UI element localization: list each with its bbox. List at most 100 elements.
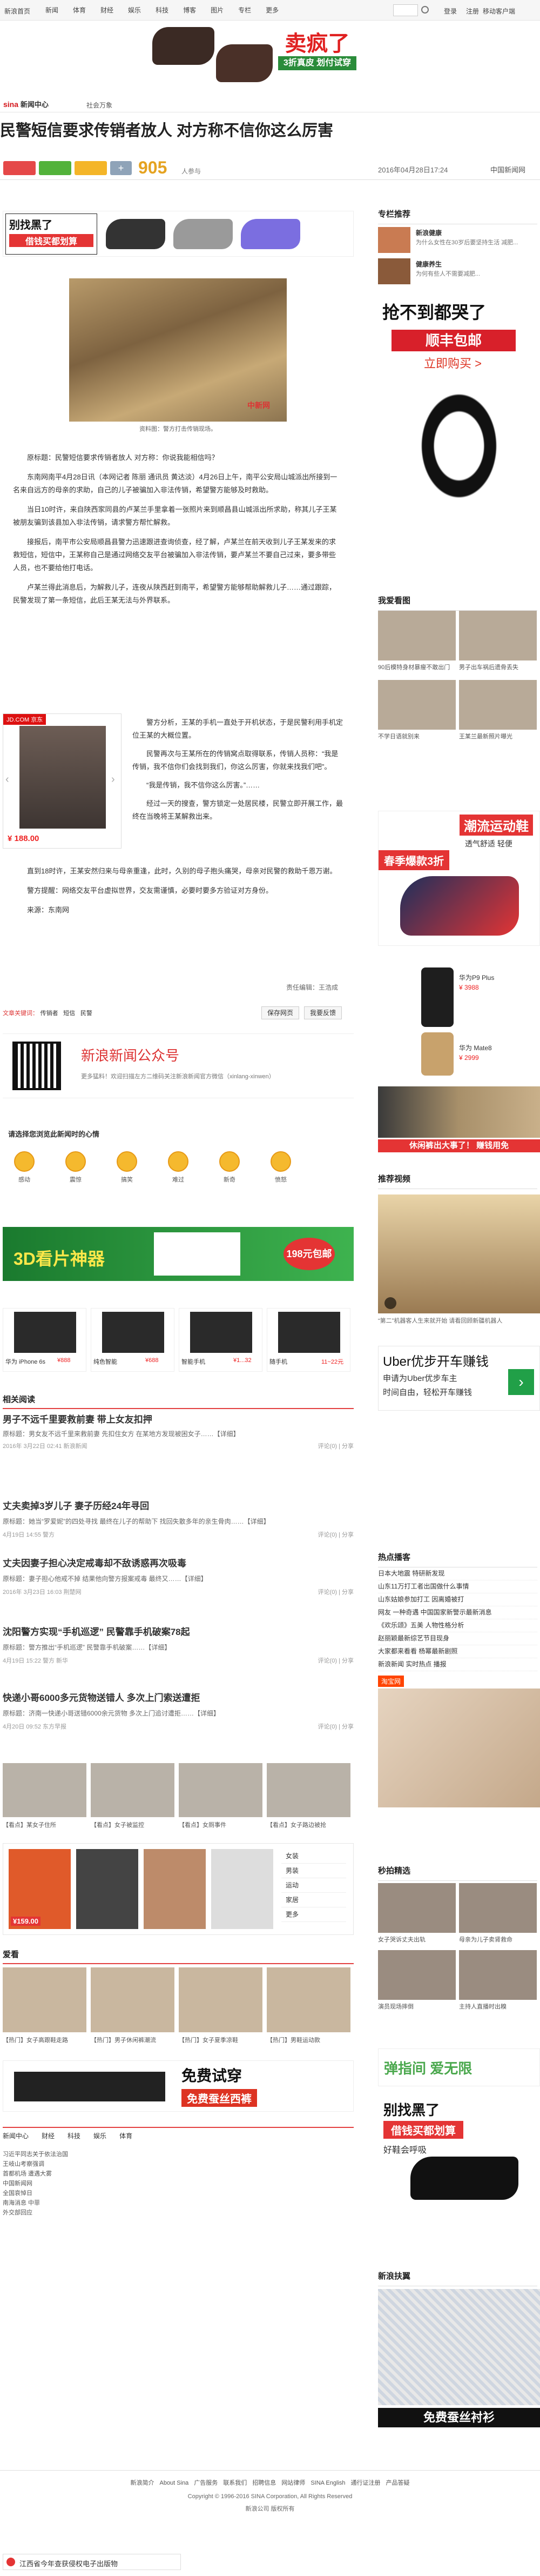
footer-link[interactable]: 广告服务 [194,2480,218,2486]
emotion-option[interactable]: 难过 [162,1151,194,1184]
footer-link[interactable]: 网站律师 [281,2480,305,2486]
related-item[interactable]: 沈阳警方实现“手机巡逻” 民警靠手机破案78起 原标题：警方推出“手机巡逻” 民… [3,1624,354,1665]
hot-item[interactable]: 新浪新闻 实时热点 播报 [378,1658,537,1671]
comment-count[interactable]: 905 [138,158,167,178]
hot-item[interactable]: 日本大地震 特研新发现 [378,1567,537,1580]
qzone-share-button[interactable] [75,161,107,175]
top-nav-link[interactable]: 图片 [211,0,224,21]
save-page-button[interactable]: 保存网页 [261,1006,299,1019]
top-nav-link[interactable]: 更多 [266,0,279,21]
emotion-option[interactable]: 震惊 [59,1151,92,1184]
watch-card[interactable]: 男子出车祸后遗骨丢失 [459,611,537,671]
shop-tab[interactable]: 男装 [281,1864,346,1878]
search-icon[interactable] [421,6,429,14]
seckill-card[interactable]: 演员现场摔倒 [378,1950,456,2011]
search-input[interactable] [393,4,418,16]
feedback-button[interactable]: 我要反馈 [304,1006,342,1019]
hot-item[interactable]: 网友 一种奇遇 中国国家新警示最新消息 [378,1606,537,1619]
bottom-tab[interactable]: 体育 [119,2132,132,2140]
seckill-card[interactable]: 女子哭诉丈夫出轨 [378,1883,456,1944]
footer-link[interactable]: SINA English [310,2480,345,2486]
vr-ad[interactable]: 3D看片神器 198元包邮 [3,1227,354,1281]
phone-ad-item[interactable]: 华为 iPhone 6s ¥888 [3,1308,86,1372]
related-headline[interactable]: 丈夫因妻子担心决定戒毒却不敌诱惑再次吸毒 [3,1556,354,1569]
footer-link[interactable]: 招聘信息 [252,2480,276,2486]
trousers-ad[interactable]: 免费试穿 免费蚕丝西裤 [3,2060,354,2112]
emotion-option[interactable]: 新奇 [213,1151,246,1184]
hot-item[interactable]: 赵丽颖最新综艺节目现身 [378,1632,537,1645]
watch-card[interactable]: 王某兰最新照片曝光 [459,680,537,740]
recommend-card[interactable]: 【热门】男子休闲裤潮流 [91,1967,174,2044]
bottom-link[interactable]: 中国新闻网 [3,2179,354,2188]
sidebar-ad-belt[interactable]: 抢不到都哭了 顺丰包邮 立即购买 > [378,295,540,522]
phone-name[interactable]: 华为 Mate8 [459,1043,492,1052]
footer-link[interactable]: 联系我们 [223,2480,247,2486]
photo-card[interactable]: 【看点】女子被监控 [91,1763,174,1829]
shop-box[interactable]: ¥159.00 女装 男装 运动 家居 更多 [3,1843,354,1935]
shirt-ad[interactable]: 免费蚕丝衬衫 [378,2289,540,2430]
hot-item[interactable]: 山东11万打工者出国做什么事情 [378,1580,537,1593]
keyword-tag[interactable]: 传销者 [40,1010,58,1017]
photo-card[interactable]: 【看点】女子路边被抢 [267,1763,350,1829]
bounce-ad[interactable]: 弹指间 爱无限 [378,2048,540,2086]
phone-name[interactable]: 华为P9 Plus [459,973,494,982]
top-nav-link[interactable]: 体育 [73,0,86,21]
footer-link[interactable]: 新浪简介 [130,2480,154,2486]
watch-card[interactable]: 不学日语就别来 [378,680,456,740]
arrow-button[interactable]: › [508,1369,534,1395]
column-item[interactable]: 新浪健康 为什么女性在30岁后要坚持生活 减肥... [378,227,537,256]
related-headline[interactable]: 沈阳警方实现“手机巡逻” 民警靠手机破案78起 [3,1624,354,1638]
top-nav-link[interactable]: 科技 [156,0,168,21]
top-nav-link[interactable]: 新闻 [45,0,58,21]
photo-card[interactable]: 【看点】女厕事件 [179,1763,262,1829]
footer-link[interactable]: 产品答疑 [386,2480,410,2486]
hot-item[interactable]: 大家都来看看 杨幂最新剧照 [378,1645,537,1658]
uber-ad[interactable]: Uber优步开车赚钱 申请为Uber优步车主 时间自由，轻松开车赚钱 › [378,1346,540,1411]
related-item[interactable]: 快递小哥6000多元货物送错人 多次上门索送遭拒 原标题：济南一快递小哥送错60… [3,1690,354,1731]
top-nav-link[interactable]: 专栏 [238,0,251,21]
top-nav-link[interactable]: 娱乐 [128,0,141,21]
weibo-share-button[interactable] [3,161,36,175]
inline-ad-shoes[interactable]: 别找黑了 借钱买都划算 [3,211,354,257]
related-headline[interactable]: 快递小哥6000多元货物送错人 多次上门索送遭拒 [3,1690,354,1704]
footer-link[interactable]: 通行证注册 [351,2480,381,2486]
bottom-tab[interactable]: 科技 [68,2132,80,2140]
bottom-tab[interactable]: 新闻中心 [3,2132,29,2140]
bottom-tab[interactable]: 娱乐 [93,2132,106,2140]
sina-logo[interactable]: sina 新闻中心 [3,99,49,109]
phone-ad-item[interactable]: 纯色智能 ¥688 [91,1308,174,1372]
bottom-tab[interactable]: 财经 [42,2132,55,2140]
shop-tab[interactable]: 家居 [281,1893,346,1907]
play-icon[interactable] [384,1297,396,1309]
column-name[interactable]: 健康养生 [416,259,442,269]
wechat-share-button[interactable] [39,161,71,175]
hot-item[interactable]: 山东姑娘参加打工 因离婚被打 [378,1593,537,1606]
video-thumb[interactable] [378,1194,540,1313]
hot-item[interactable]: 《欢乐颂》五美 人物性格分析 [378,1619,537,1632]
mobile-client-link[interactable]: 移动客户端 [483,6,515,16]
article-source[interactable]: 中国新闻网 [490,164,525,175]
product-ad[interactable]: JD.COM 京东 ‹ › ¥ 188.00 [3,713,122,849]
photo-card[interactable]: 【看点】某女子住所 [3,1763,86,1829]
shop-tab[interactable]: 女装 [281,1849,346,1864]
sport-shoe-ad[interactable]: 潮流运动鞋 透气舒适 轻便 春季爆款3折 [378,811,540,946]
related-headline[interactable]: 丈夫卖掉3岁儿子 妻子历经24年寻回 [3,1498,354,1512]
top-banner-ad[interactable]: 卖疯了 3折真皮 划付试穿 [151,23,362,90]
recommend-card[interactable]: 【热门】男鞋运动款 [267,1967,350,2044]
emotion-option[interactable]: 感动 [8,1151,40,1184]
top-nav-link[interactable]: 博客 [183,0,196,21]
pants-ad[interactable]: 休闲裤出大事了！ 赚钱用免 [378,1086,540,1154]
breadcrumb[interactable]: 社会万象 [86,101,112,110]
register-link[interactable]: 注册 [466,6,479,16]
bottom-link[interactable]: 全国哀悼日 [3,2188,354,2198]
related-headline[interactable]: 男子不远千里要救前妻 带上女友扣押 [3,1412,354,1425]
related-item[interactable]: 丈夫卖掉3岁儿子 妻子历经24年寻回 原标题：她当“罗爱妮”的四处寻找 最终在儿… [3,1498,354,1539]
float-notification[interactable]: 江西省今年查获侵权电子出版物 [3,2554,181,2570]
recommend-card[interactable]: 【热门】女子高跟鞋走路 [3,1967,86,2044]
footer-link[interactable]: About Sina [159,2480,188,2486]
next-arrow-icon[interactable]: › [111,773,115,786]
emotion-option[interactable]: 搞笑 [111,1151,143,1184]
recommend-card[interactable]: 【热门】女子夏季凉鞋 [179,1967,262,2044]
phone-ad-item[interactable]: 智能手机 ¥1...32 [179,1308,262,1372]
related-item[interactable]: 丈夫因妻子担心决定戒毒却不敌诱惑再次吸毒 原标题：妻子担心他戒不掉 结果他向警方… [3,1556,354,1596]
